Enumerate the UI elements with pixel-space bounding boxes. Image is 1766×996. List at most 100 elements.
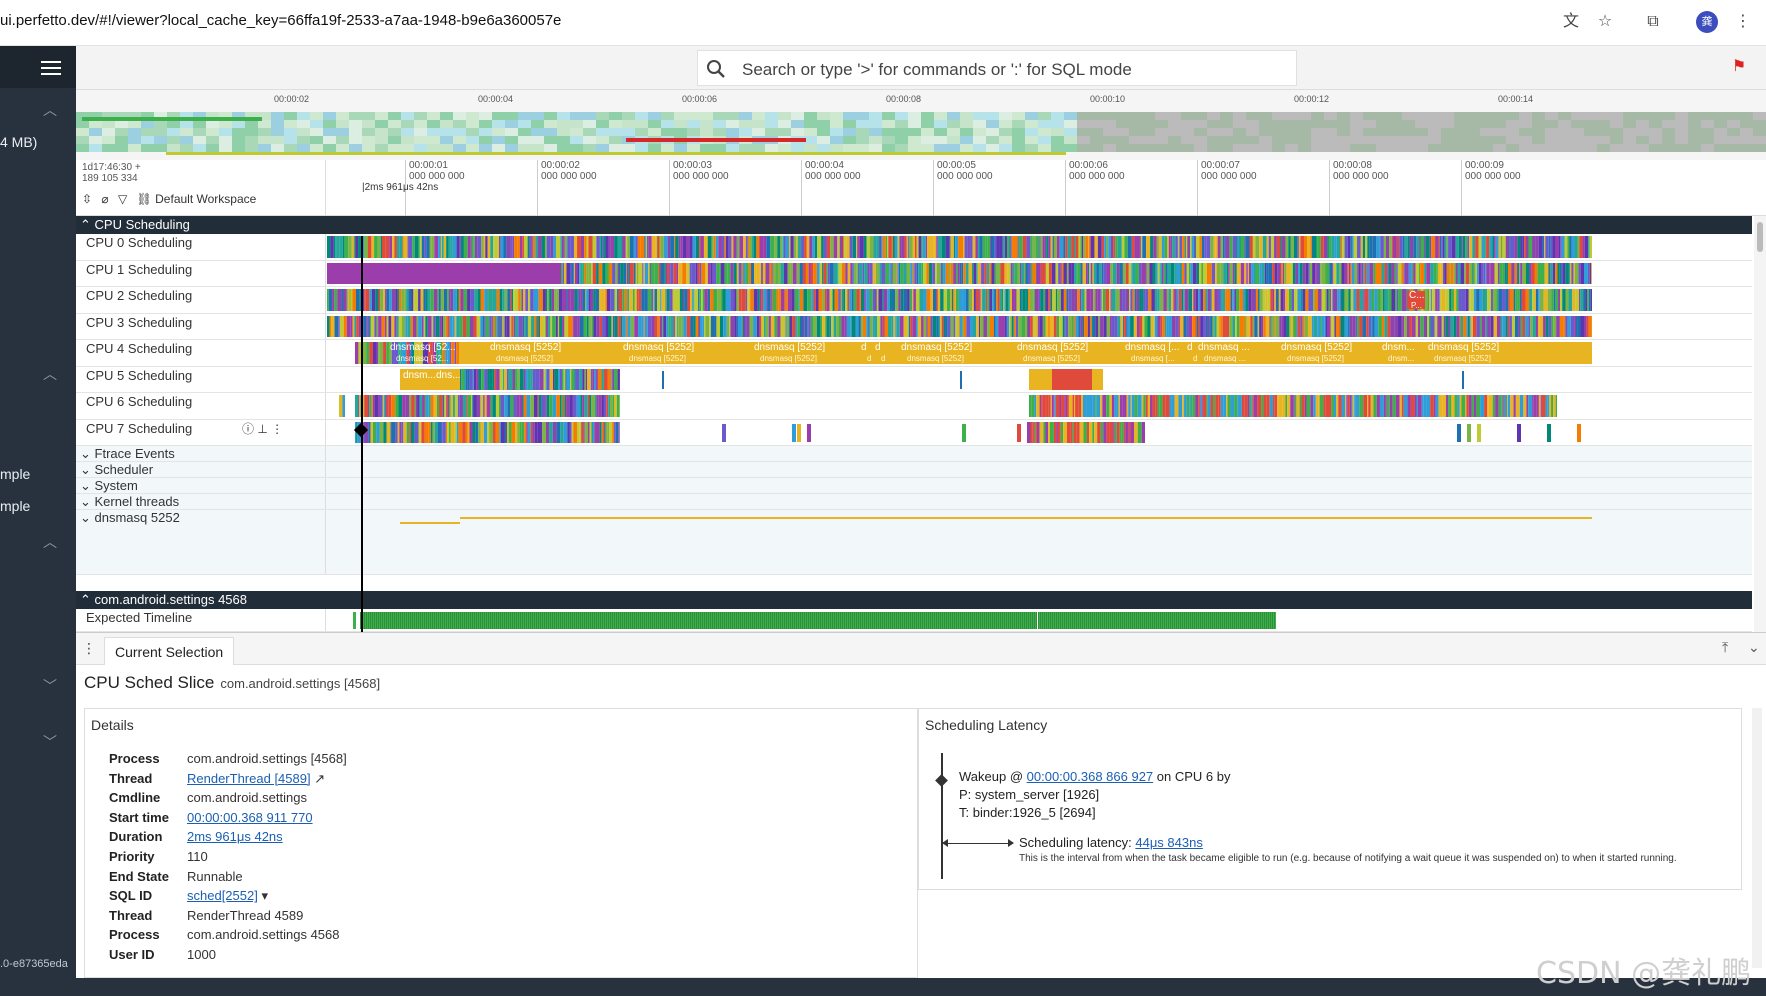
dropdown-icon[interactable]: ▾ (258, 888, 268, 903)
sched-slice (603, 368, 608, 390)
address-bar[interactable]: ui.perfetto.dev/#!/viewer?local_cache_ke… (0, 12, 561, 29)
track-label[interactable]: CPU 1 Scheduling (76, 260, 326, 286)
track-label[interactable]: CPU 4 Scheduling (76, 340, 326, 366)
track-label[interactable]: ⌄ Kernel threads (76, 494, 326, 509)
expected-timeline-canvas[interactable] (327, 611, 1752, 629)
track-label[interactable]: CPU 7 Scheduling ⓘ ⊥ ⋮ (76, 419, 326, 445)
track-label[interactable]: ⌄ Ftrace Events (76, 446, 326, 461)
chevron-down-icon[interactable]: ⌄ (80, 494, 95, 509)
chevron-down-icon[interactable]: ⌄ (80, 446, 95, 461)
track-label[interactable]: Expected Timeline (76, 609, 326, 631)
sched-slice (375, 289, 379, 311)
profile-avatar[interactable]: 龚 (1696, 11, 1718, 33)
track-actions-icon[interactable]: ⓘ ⊥ ⋮ (242, 420, 283, 438)
external-link-icon[interactable]: ↗ (311, 771, 325, 786)
sched-slice (517, 315, 519, 337)
collapse-all-icon[interactable]: ⇳ (82, 192, 92, 206)
track-group-4[interactable]: ⌄ dnsmasq 5252 (76, 510, 1752, 575)
track-cpu-6[interactable]: CPU 6 Scheduling (76, 393, 1752, 420)
sidebar-partial-text[interactable]: mple (0, 498, 30, 514)
track-group-0[interactable]: ⌄ Ftrace Events (76, 446, 1752, 462)
chevron-down-icon[interactable]: ⌄ (80, 510, 95, 525)
pin-top-icon[interactable]: ⤒ (1722, 639, 1728, 656)
group-header-process[interactable]: ⌃ com.android.settings 4568 (76, 591, 1752, 609)
chevron-up-icon[interactable]: ︿ (42, 102, 58, 118)
detail-value[interactable]: 00:00:00.368 911 770 (187, 810, 313, 825)
expected-frame-divider (986, 612, 987, 629)
tracks-scrollbar[interactable] (1754, 216, 1766, 632)
sched-slice (908, 236, 913, 258)
track-cpu-0[interactable]: CPU 0 Scheduling (76, 234, 1752, 261)
extensions-icon[interactable]: ⧉ (1642, 11, 1664, 33)
track-label[interactable]: CPU 3 Scheduling (76, 313, 326, 339)
cpu-track-canvas[interactable] (327, 421, 1592, 444)
star-icon[interactable]: ☆ (1594, 11, 1616, 33)
detail-value[interactable]: 2ms 961μs 42ns (187, 829, 283, 844)
sched-slice (1255, 262, 1260, 284)
sched-slice (1505, 262, 1507, 284)
workspace-name[interactable]: Default Workspace (155, 192, 256, 206)
detail-value[interactable]: RenderThread [4589] ↗ (187, 771, 325, 787)
track-cpu-5[interactable]: CPU 5 Scheduling dnsm... dns... (76, 366, 1752, 393)
track-label[interactable]: CPU 6 Scheduling (76, 393, 326, 419)
sched-slice (1205, 289, 1208, 311)
track-label[interactable]: CPU 2 Scheduling (76, 287, 326, 313)
details-scrollbar[interactable] (1752, 708, 1762, 968)
track-label[interactable]: ⌄ Scheduler (76, 462, 326, 477)
track-group-2[interactable]: ⌄ System (76, 478, 1752, 494)
track-cpu-2[interactable]: CPU 2 Scheduling C... P... (76, 287, 1752, 314)
chevron-up-icon[interactable]: ︿ (42, 534, 58, 550)
track-cpu-7[interactable]: CPU 7 Scheduling ⓘ ⊥ ⋮ (76, 419, 1752, 446)
workspace-icon[interactable]: ⛓ (137, 192, 152, 206)
track-cpu-1[interactable]: CPU 1 Scheduling (76, 260, 1752, 287)
heatmap-cell (791, 128, 804, 136)
track-panel[interactable]: ⌃ CPU Scheduling CPU 0 Scheduling CPU 1 S… (76, 216, 1766, 632)
track-label[interactable]: ⌄ dnsmasq 5252 (76, 510, 326, 574)
sched-slice (500, 421, 505, 443)
track-cpu-3[interactable]: CPU 3 Scheduling (76, 313, 1752, 340)
chevron-down-icon[interactable]: ﹀ (42, 734, 58, 750)
track-label[interactable]: CPU 0 Scheduling (76, 234, 326, 260)
chevron-down-icon[interactable]: ⌄ (80, 462, 95, 477)
heatmap-cell (76, 120, 89, 128)
cpu-track-canvas[interactable] (327, 236, 1592, 258)
sched-slice (456, 342, 459, 364)
chevron-down-icon[interactable]: ⌄ (80, 478, 95, 493)
sched-slice (579, 421, 582, 443)
chevron-down-icon[interactable]: ﹀ (42, 678, 58, 694)
sidebar-partial-text[interactable]: mple (0, 466, 30, 482)
translate-icon[interactable]: 文 (1560, 11, 1582, 33)
track-expected-timeline[interactable]: Expected Timeline (76, 609, 1752, 632)
track-cpu-4[interactable]: CPU 4 Scheduling dnsmasq [52... dnsmasq [5… (76, 340, 1752, 367)
unpin-icon[interactable]: ⌀ (101, 192, 108, 206)
group-header-cpu[interactable]: ⌃ CPU Scheduling (76, 216, 1752, 234)
track-group-1[interactable]: ⌄ Scheduler (76, 462, 1752, 478)
more-icon[interactable]: ⋮ (1732, 11, 1754, 33)
cpu-track-canvas[interactable] (327, 315, 1592, 338)
tabs-menu-icon[interactable]: ⋮ (82, 640, 96, 657)
detail-value[interactable]: sched[2552] ▾ (187, 888, 268, 904)
overview-heatmap[interactable] (76, 110, 1766, 160)
tab-current-selection[interactable]: Current Selection (104, 637, 235, 665)
wakeup-time-link[interactable]: 00:00:00.368 866 927 (1027, 769, 1154, 784)
track-label[interactable]: CPU 5 Scheduling (76, 366, 326, 392)
latency-value-link[interactable]: 44μs 843ns (1135, 835, 1202, 850)
cpu-track-canvas[interactable] (327, 395, 1592, 417)
cpu-track-canvas[interactable] (327, 289, 1592, 311)
sched-slice (788, 315, 790, 337)
omnibox[interactable]: Search or type '>' for commands or ':' f… (697, 50, 1297, 86)
search-placeholder[interactable]: Search or type '>' for commands or ':' f… (742, 60, 1132, 80)
chevron-down-icon[interactable]: ⌄ (1748, 639, 1760, 656)
timeline-overview[interactable]: 00:00:02 00:00:04 00:00:06 00:00:08 00:00:10… (76, 90, 1766, 160)
cpu-track-canvas[interactable] (327, 262, 1592, 285)
chevron-up-icon[interactable]: ︿ (42, 366, 58, 382)
sched-slice (378, 315, 382, 337)
cpu-track-canvas[interactable] (327, 368, 1592, 391)
hamburger-menu-button[interactable] (0, 46, 76, 88)
filter-icon[interactable]: ▽ (118, 192, 127, 206)
track-label[interactable]: ⌄ System (76, 478, 326, 493)
track-group-3[interactable]: ⌄ Kernel threads (76, 494, 1752, 510)
dnsmasq-thread-canvas[interactable] (327, 510, 1592, 570)
expected-frame-divider (818, 612, 819, 629)
feedback-icon[interactable]: ⚑ (1728, 56, 1750, 78)
